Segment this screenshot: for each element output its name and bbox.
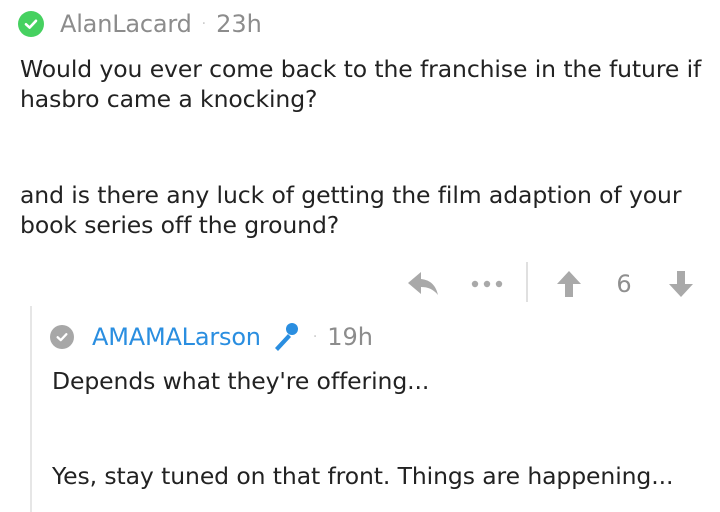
reply-paragraph: Yes, stay tuned on that front. Things ar… bbox=[52, 462, 674, 490]
thread-line[interactable] bbox=[30, 306, 32, 512]
downvote-arrow-icon bbox=[669, 271, 693, 297]
microphone-icon bbox=[269, 320, 303, 354]
comment-paragraph: and is there any luck of getting the fil… bbox=[20, 181, 682, 239]
reply-header: AMAMALarson · 19h bbox=[50, 321, 373, 353]
downvote-button[interactable] bbox=[662, 262, 700, 306]
more-dots-icon bbox=[471, 280, 503, 288]
meta-separator: · bbox=[201, 16, 207, 32]
reply-button[interactable] bbox=[400, 262, 446, 306]
score-value: 6 bbox=[616, 270, 632, 298]
vote-score: 6 bbox=[608, 262, 640, 306]
comment-actions: 6 bbox=[400, 262, 710, 306]
comment-time: 23h bbox=[216, 10, 262, 38]
verified-check-icon bbox=[18, 11, 44, 37]
reply-paragraph: Depends what they're offering... bbox=[52, 367, 430, 395]
actions-divider bbox=[526, 262, 528, 302]
reply-time: 19h bbox=[327, 323, 374, 351]
meta-separator: · bbox=[312, 329, 318, 345]
comment-header: AlanLacard · 23h bbox=[18, 8, 262, 40]
more-options-button[interactable] bbox=[462, 262, 512, 306]
reply-arrow-icon bbox=[408, 272, 438, 295]
upvote-arrow-icon bbox=[557, 271, 581, 297]
verified-check-icon bbox=[50, 325, 74, 349]
reply-author[interactable]: AMAMALarson bbox=[92, 323, 261, 351]
comment-paragraph: Would you ever come back to the franchis… bbox=[20, 55, 702, 113]
comment-author[interactable]: AlanLacard bbox=[60, 10, 192, 38]
upvote-button[interactable] bbox=[550, 262, 588, 306]
